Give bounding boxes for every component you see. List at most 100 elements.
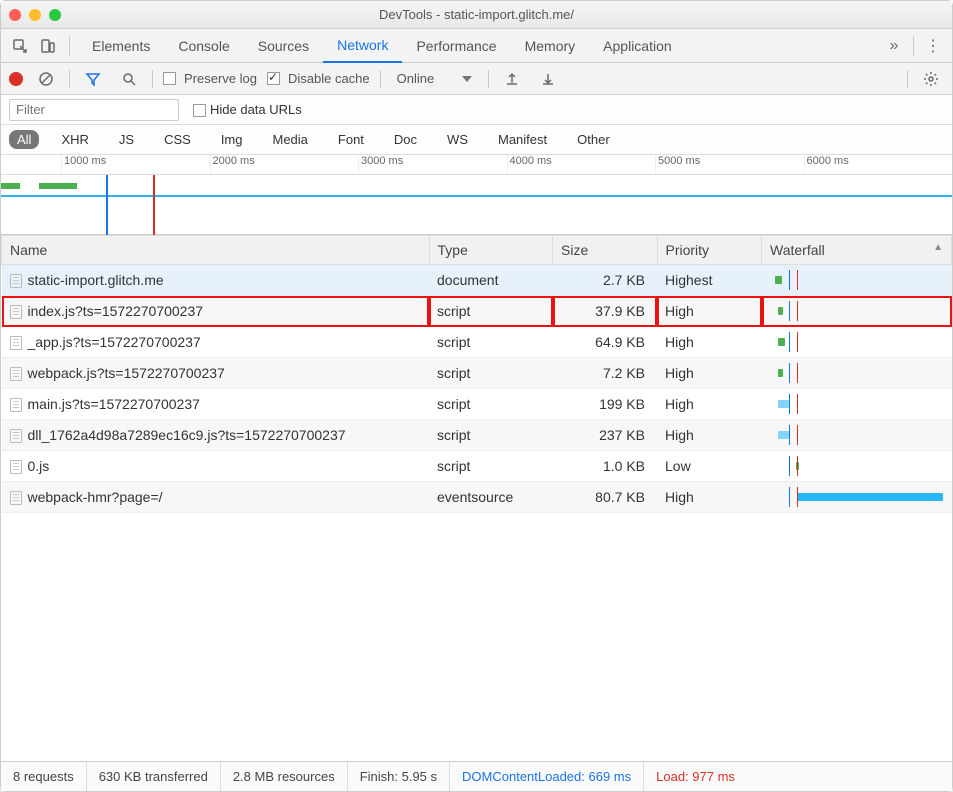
- request-size: 199 KB: [553, 389, 658, 420]
- preserve-log-label: Preserve log: [184, 71, 257, 86]
- tab-console[interactable]: Console: [164, 29, 243, 63]
- table-row[interactable]: webpack-hmr?page=/eventsource80.7 KBHigh: [2, 482, 952, 513]
- traffic-lights: [9, 9, 61, 21]
- search-icon[interactable]: [116, 66, 142, 92]
- table-row[interactable]: _app.js?ts=1572270700237script64.9 KBHig…: [2, 327, 952, 358]
- timeline-tick: 1000 ms: [61, 155, 210, 174]
- inspect-icon[interactable]: [7, 33, 33, 59]
- request-name: webpack.js?ts=1572270700237: [28, 365, 225, 381]
- col-type[interactable]: Type: [429, 236, 553, 265]
- status-finish: Finish: 5.95 s: [348, 762, 450, 791]
- file-icon: [10, 305, 22, 319]
- file-icon: [10, 460, 22, 474]
- request-waterfall: [762, 265, 952, 296]
- request-size: 80.7 KB: [553, 482, 658, 513]
- request-size: 237 KB: [553, 420, 658, 451]
- tab-performance[interactable]: Performance: [402, 29, 510, 63]
- table-row[interactable]: index.js?ts=1572270700237script37.9 KBHi…: [2, 296, 952, 327]
- status-transferred: 630 KB transferred: [87, 762, 221, 791]
- type-filter-img[interactable]: Img: [213, 130, 251, 149]
- filter-icon[interactable]: [80, 66, 106, 92]
- disable-cache-checkbox[interactable]: Disable cache: [267, 71, 370, 86]
- upload-har-icon[interactable]: [499, 66, 525, 92]
- tab-network[interactable]: Network: [323, 29, 402, 63]
- request-size: 1.0 KB: [553, 451, 658, 482]
- type-filter-row: All XHR JS CSS Img Media Font Doc WS Manifest Othe…: [1, 125, 952, 155]
- timeline-tick: 3000 ms: [358, 155, 507, 174]
- preserve-log-checkbox[interactable]: Preserve log: [163, 71, 257, 86]
- request-name: _app.js?ts=1572270700237: [28, 334, 201, 350]
- chevron-down-icon: [462, 76, 472, 82]
- type-filter-doc[interactable]: Doc: [386, 130, 425, 149]
- request-waterfall: [762, 358, 952, 389]
- table-row[interactable]: dll_1762a4d98a7289ec16c9.js?ts=157227070…: [2, 420, 952, 451]
- filter-input[interactable]: [9, 99, 179, 121]
- col-priority[interactable]: Priority: [657, 236, 762, 265]
- zoom-window-button[interactable]: [49, 9, 61, 21]
- request-priority: High: [657, 327, 762, 358]
- type-filter-media[interactable]: Media: [264, 130, 315, 149]
- request-waterfall: [762, 482, 952, 513]
- record-button[interactable]: [9, 72, 23, 86]
- clear-icon[interactable]: [33, 66, 59, 92]
- type-filter-ws[interactable]: WS: [439, 130, 476, 149]
- type-filter-css[interactable]: CSS: [156, 130, 199, 149]
- download-har-icon[interactable]: [535, 66, 561, 92]
- request-priority: High: [657, 296, 762, 327]
- table-row[interactable]: static-import.glitch.medocument2.7 KBHig…: [2, 265, 952, 296]
- request-priority: High: [657, 389, 762, 420]
- more-tabs-icon[interactable]: »: [881, 33, 907, 59]
- file-icon: [10, 367, 22, 381]
- kebab-menu-icon[interactable]: ⋮: [920, 33, 946, 59]
- request-type: script: [429, 389, 553, 420]
- request-waterfall: [762, 296, 952, 327]
- request-size: 64.9 KB: [553, 327, 658, 358]
- status-resources: 2.8 MB resources: [221, 762, 348, 791]
- disable-cache-label: Disable cache: [288, 71, 370, 86]
- device-toolbar-icon[interactable]: [35, 33, 61, 59]
- close-window-button[interactable]: [9, 9, 21, 21]
- request-name: main.js?ts=1572270700237: [28, 396, 200, 412]
- window-titlebar: DevTools - static-import.glitch.me/: [1, 1, 952, 29]
- request-type: script: [429, 451, 553, 482]
- tab-elements[interactable]: Elements: [78, 29, 164, 63]
- tab-memory[interactable]: Memory: [511, 29, 590, 63]
- type-filter-all[interactable]: All: [9, 130, 39, 149]
- timeline-tick: 2000 ms: [210, 155, 359, 174]
- throttling-select[interactable]: Online: [391, 71, 479, 86]
- tab-application[interactable]: Application: [589, 29, 686, 63]
- settings-gear-icon[interactable]: [918, 66, 944, 92]
- request-type: script: [429, 358, 553, 389]
- table-row[interactable]: main.js?ts=1572270700237 script199 KBHigh: [2, 389, 952, 420]
- timeline-tick: 5000 ms: [655, 155, 804, 174]
- type-filter-other[interactable]: Other: [569, 130, 618, 149]
- panel-tabs: ElementsConsoleSourcesNetworkPerformance…: [1, 29, 952, 63]
- request-priority: High: [657, 482, 762, 513]
- tab-sources[interactable]: Sources: [244, 29, 323, 63]
- table-row[interactable]: 0.jsscript1.0 KBLow: [2, 451, 952, 482]
- request-name: static-import.glitch.me: [28, 272, 164, 288]
- request-priority: High: [657, 420, 762, 451]
- hide-data-urls-checkbox[interactable]: Hide data URLs: [193, 102, 302, 117]
- type-filter-xhr[interactable]: XHR: [53, 130, 96, 149]
- type-filter-js[interactable]: JS: [111, 130, 142, 149]
- type-filter-font[interactable]: Font: [330, 130, 372, 149]
- col-size[interactable]: Size: [553, 236, 658, 265]
- minimize-window-button[interactable]: [29, 9, 41, 21]
- request-name: dll_1762a4d98a7289ec16c9.js?ts=157227070…: [28, 427, 346, 443]
- status-dcl: DOMContentLoaded: 669 ms: [450, 762, 644, 791]
- col-waterfall[interactable]: Waterfall▲: [762, 236, 952, 265]
- timeline-overview[interactable]: 1000 ms2000 ms3000 ms4000 ms5000 ms6000 …: [1, 155, 952, 235]
- request-type: script: [429, 296, 553, 327]
- request-priority: Highest: [657, 265, 762, 296]
- network-toolbar: Preserve log Disable cache Online: [1, 63, 952, 95]
- request-size: 37.9 KB: [553, 296, 658, 327]
- file-icon: [10, 274, 22, 288]
- window-title: DevTools - static-import.glitch.me/: [1, 7, 952, 22]
- request-waterfall: [762, 451, 952, 482]
- type-filter-manifest[interactable]: Manifest: [490, 130, 555, 149]
- col-name[interactable]: Name: [2, 236, 430, 265]
- table-row[interactable]: webpack.js?ts=1572270700237script7.2 KBH…: [2, 358, 952, 389]
- hide-data-urls-label: Hide data URLs: [210, 102, 302, 117]
- throttling-value: Online: [397, 71, 435, 86]
